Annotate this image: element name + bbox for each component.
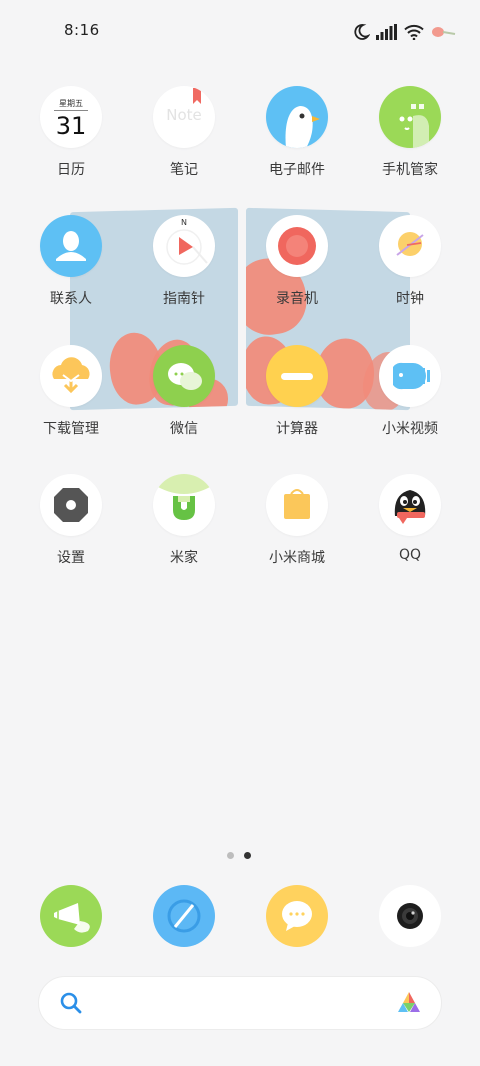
notes-icon-text: Note (166, 106, 202, 124)
page-dot-active[interactable] (244, 852, 251, 859)
app-label: 指南针 (163, 291, 205, 307)
status-time: 8:16 (64, 21, 100, 39)
compass-icon: N (153, 215, 215, 277)
app-label: 时钟 (396, 291, 424, 307)
calendar-day: 31 (55, 112, 87, 140)
app-vault-icon[interactable] (395, 989, 423, 1021)
status-icons (352, 21, 456, 43)
mijia-icon (153, 474, 215, 536)
recorder-icon (266, 215, 328, 277)
app-label: 日历 (57, 162, 85, 178)
app-label: QQ (398, 547, 422, 563)
app-label: 下载管理 (43, 421, 99, 437)
app-label: 手机管家 (382, 162, 438, 178)
app-notes[interactable]: Note 笔记 (134, 86, 234, 179)
search-icon (59, 991, 83, 1019)
page-dot[interactable] (227, 852, 234, 859)
app-email[interactable]: 电子邮件 (247, 86, 347, 179)
calculator-icon (266, 345, 328, 407)
download-icon (40, 345, 102, 407)
calendar-weekday: 星期五 (59, 99, 83, 108)
camera-icon[interactable] (379, 885, 441, 947)
messages-icon[interactable] (266, 885, 328, 947)
settings-icon (40, 474, 102, 536)
app-label: 录音机 (276, 291, 318, 307)
app-label: 设置 (57, 550, 85, 566)
app-video[interactable]: 小米视频 (360, 345, 460, 438)
compass-north-label: N (181, 218, 187, 227)
app-security[interactable]: 手机管家 (360, 86, 460, 179)
app-label: 米家 (170, 550, 198, 566)
app-label: 电子邮件 (269, 162, 325, 178)
wifi-icon (404, 24, 424, 40)
app-label: 笔记 (170, 162, 198, 178)
app-calendar[interactable]: 星期五 31 日历 (21, 86, 121, 179)
page-indicator (227, 852, 251, 859)
status-bar: 8:16 (0, 0, 480, 62)
app-label: 联系人 (50, 291, 92, 307)
calendar-icon: 星期五 31 (40, 86, 102, 148)
app-settings[interactable]: 设置 (21, 474, 121, 567)
app-label: 微信 (170, 421, 198, 437)
app-compass[interactable]: N 指南针 (134, 215, 234, 308)
moon-icon (352, 23, 370, 41)
app-contacts[interactable]: 联系人 (21, 215, 121, 308)
security-icon (379, 86, 441, 148)
signal-icon (376, 24, 398, 40)
email-icon (266, 86, 328, 148)
contacts-icon (40, 215, 102, 277)
app-label: 小米视频 (382, 421, 438, 437)
speaker-app-icon[interactable] (40, 885, 102, 947)
app-mi-store[interactable]: 小米商城 (247, 474, 347, 567)
clock-icon (379, 215, 441, 277)
wallpaper-widget[interactable] (70, 207, 410, 411)
wechat-icon (153, 345, 215, 407)
app-label: 计算器 (276, 421, 318, 437)
qq-icon (379, 474, 441, 536)
mi-store-icon (266, 474, 328, 536)
app-mijia[interactable]: 米家 (134, 474, 234, 567)
app-download[interactable]: 下载管理 (21, 345, 121, 438)
app-wechat[interactable]: 微信 (134, 345, 234, 438)
search-bar[interactable] (38, 976, 442, 1030)
app-calculator[interactable]: 计算器 (247, 345, 347, 438)
video-icon (379, 345, 441, 407)
notes-icon: Note (153, 86, 215, 148)
app-clock[interactable]: 时钟 (360, 215, 460, 308)
app-label: 小米商城 (269, 550, 325, 566)
browser-icon[interactable] (153, 885, 215, 947)
app-qq[interactable]: QQ (360, 474, 460, 563)
notification-icon (430, 24, 456, 40)
app-recorder[interactable]: 录音机 (247, 215, 347, 308)
